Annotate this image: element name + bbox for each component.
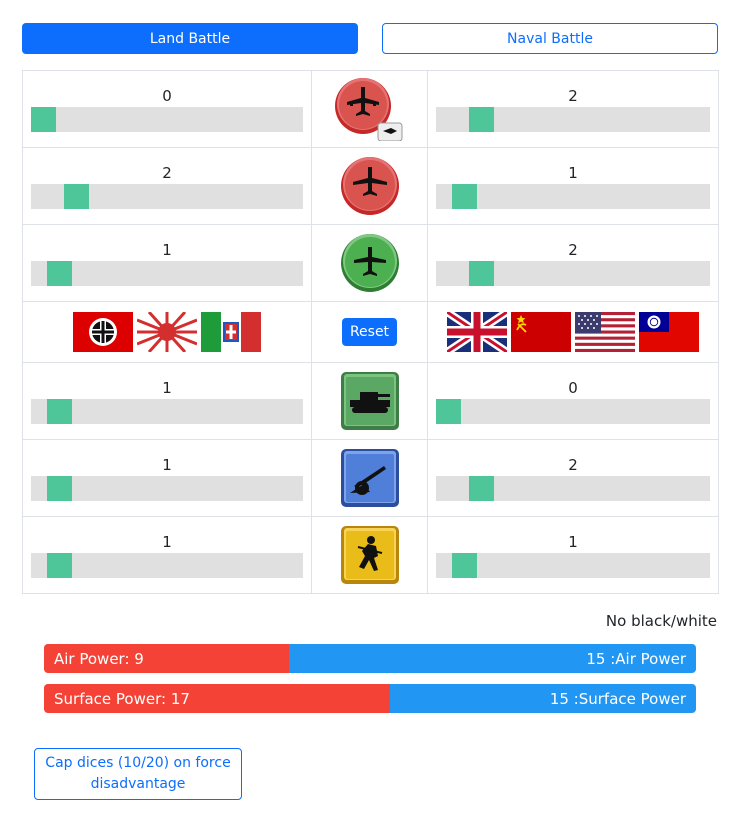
unit-row-infantry: 1 1 xyxy=(22,516,719,594)
slider-thumb[interactable] xyxy=(47,476,72,501)
fighter-icon xyxy=(340,234,399,292)
unit-row-tank: 1 0 xyxy=(22,362,719,440)
slider-thumb[interactable] xyxy=(469,261,494,286)
surface-power-bar: Surface Power: 17 15 :Surface Power xyxy=(44,684,696,713)
germany-flag-icon xyxy=(73,312,133,352)
reset-button[interactable]: Reset xyxy=(341,318,398,346)
axis-slider[interactable] xyxy=(31,399,303,424)
tab-land-battle[interactable]: Land Battle xyxy=(22,23,358,54)
unit-row-strategic-bomber: 0 2 xyxy=(22,70,719,148)
allies-count: 2 xyxy=(568,241,578,259)
slider-thumb[interactable] xyxy=(436,399,461,424)
axis-slider[interactable] xyxy=(31,553,303,578)
slider-thumb[interactable] xyxy=(64,184,89,209)
slider-thumb[interactable] xyxy=(469,107,494,132)
axis-count: 1 xyxy=(162,241,172,259)
axis-air-power: Air Power: 9 xyxy=(44,644,289,673)
tab-naval-battle[interactable]: Naval Battle xyxy=(382,23,718,54)
axis-flags xyxy=(23,302,311,362)
allies-surface-power: 15 :Surface Power xyxy=(390,684,696,713)
allies-slider[interactable] xyxy=(436,107,710,132)
slider-thumb[interactable] xyxy=(47,261,72,286)
axis-slider[interactable] xyxy=(31,107,303,132)
axis-count: 2 xyxy=(162,164,172,182)
usa-flag-icon xyxy=(575,312,635,352)
cap-dices-button[interactable]: Cap dices (10/20) on force disadvantage xyxy=(34,748,242,800)
italy-flag-icon xyxy=(201,312,261,352)
tank-icon xyxy=(340,372,399,430)
artillery-icon xyxy=(340,449,399,507)
allies-slider[interactable] xyxy=(436,261,710,286)
slider-thumb[interactable] xyxy=(31,107,56,132)
allies-count: 2 xyxy=(568,456,578,474)
slider-thumb[interactable] xyxy=(452,553,477,578)
allies-flags xyxy=(428,302,718,362)
axis-count: 1 xyxy=(162,456,172,474)
allies-slider[interactable] xyxy=(436,399,710,424)
allies-slider[interactable] xyxy=(436,184,710,209)
ussr-flag-icon xyxy=(511,312,571,352)
allies-count: 1 xyxy=(568,533,578,551)
uk-flag-icon xyxy=(447,312,507,352)
nations-row: Reset xyxy=(22,301,719,363)
axis-surface-power: Surface Power: 17 xyxy=(44,684,391,713)
allies-slider[interactable] xyxy=(436,476,710,501)
slider-thumb[interactable] xyxy=(47,399,72,424)
battle-type-tabs: Land Battle Naval Battle xyxy=(22,23,718,54)
axis-count: 0 xyxy=(162,87,172,105)
allies-slider[interactable] xyxy=(436,553,710,578)
axis-slider[interactable] xyxy=(31,261,303,286)
unit-table: 0 2 2 1 1 2 Reset 1 0 1 2 1 1 xyxy=(22,70,719,594)
unit-row-fighter: 1 2 xyxy=(22,224,719,302)
slider-thumb[interactable] xyxy=(469,476,494,501)
japan-flag-icon xyxy=(137,312,197,352)
slider-thumb[interactable] xyxy=(452,184,477,209)
air-power-bar: Air Power: 9 15 :Air Power xyxy=(44,644,696,673)
axis-count: 1 xyxy=(162,533,172,551)
strategic-bomber-icon xyxy=(334,78,402,141)
tactical-bomber-icon xyxy=(340,157,399,215)
axis-slider[interactable] xyxy=(31,476,303,501)
allies-air-power: 15 :Air Power xyxy=(288,644,696,673)
unit-row-tactical-bomber: 2 1 xyxy=(22,147,719,225)
axis-slider[interactable] xyxy=(31,184,303,209)
infantry-icon xyxy=(340,526,399,584)
axis-count: 1 xyxy=(162,379,172,397)
allies-count: 1 xyxy=(568,164,578,182)
china-flag-icon xyxy=(639,312,699,352)
slider-thumb[interactable] xyxy=(47,553,72,578)
unit-row-artillery: 1 2 xyxy=(22,439,719,517)
no-black-white-label[interactable]: No black/white xyxy=(606,612,717,630)
allies-count: 0 xyxy=(568,379,578,397)
allies-count: 2 xyxy=(568,87,578,105)
